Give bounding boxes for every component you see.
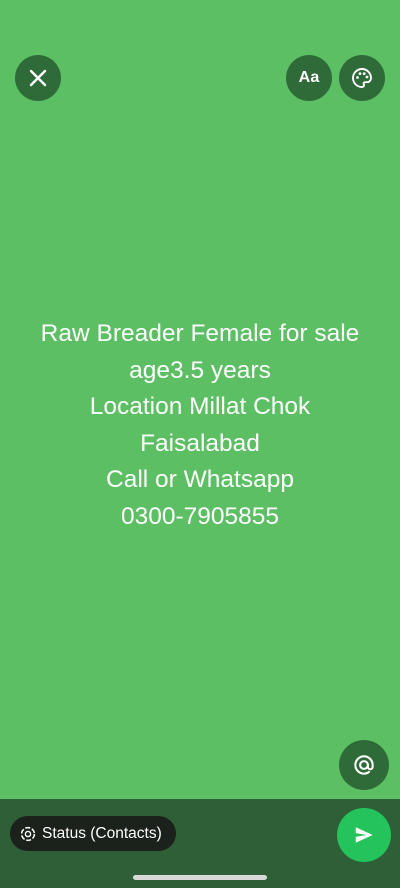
home-indicator[interactable] <box>133 875 267 880</box>
mention-button[interactable] <box>339 740 389 790</box>
close-icon <box>29 69 47 87</box>
background-color-button[interactable] <box>339 55 385 101</box>
status-text-line: Call or Whatsapp <box>106 466 294 493</box>
status-text-line: 0300-7905855 <box>120 502 280 530</box>
status-text-line: Raw Breader Female for sale <box>40 320 360 347</box>
status-text-line: Location Millat Chok <box>89 393 311 420</box>
status-ring-icon <box>20 826 36 841</box>
status-text[interactable]: Raw Breader Female for sale age3.5 years… <box>0 316 400 535</box>
status-text-line: age3.5 years <box>129 356 271 384</box>
status-audience-button[interactable]: Status (Contacts) <box>10 816 176 851</box>
palette-icon <box>352 68 372 88</box>
bottom-bar: Status (Contacts) <box>0 799 400 888</box>
status-canvas[interactable]: Aa Raw Breader Female for sale age3.5 ye… <box>0 0 400 799</box>
close-button[interactable] <box>15 55 61 101</box>
audience-label: Status (Contacts) <box>42 824 162 842</box>
status-text-line: Faisalabad <box>140 429 260 457</box>
font-style-button[interactable]: Aa <box>286 55 332 101</box>
send-button[interactable] <box>337 808 391 862</box>
send-icon <box>355 827 373 843</box>
at-sign-icon <box>354 755 374 775</box>
font-button-label: Aa <box>298 69 320 86</box>
